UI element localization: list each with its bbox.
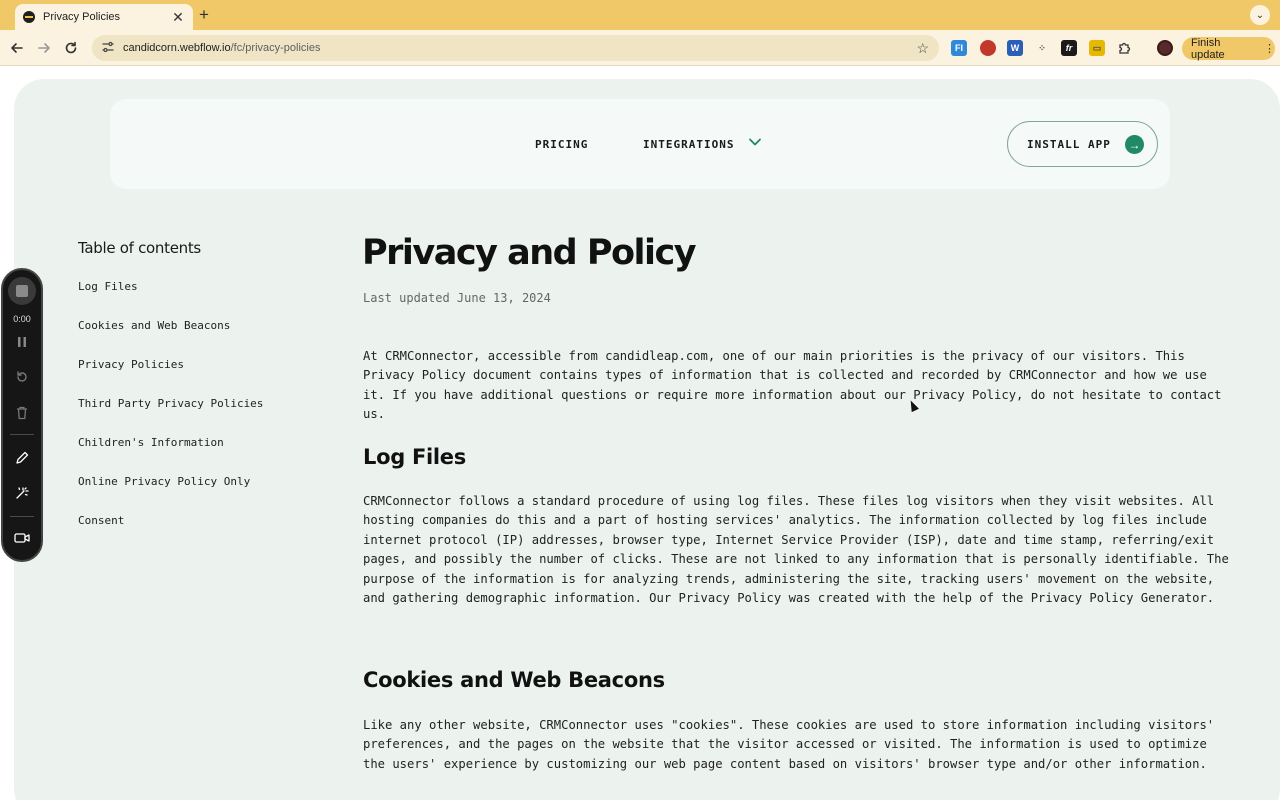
extension-red-icon[interactable]: [980, 40, 996, 56]
toc-item-third-party[interactable]: Third Party Privacy Policies: [78, 397, 263, 410]
chevron-down-icon[interactable]: [748, 136, 762, 148]
close-icon[interactable]: ✕: [171, 10, 185, 24]
toc-title: Table of contents: [78, 239, 201, 257]
toc-item-cookies[interactable]: Cookies and Web Beacons: [78, 319, 230, 332]
address-bar[interactable]: candidcorn.webflow.io/fc/privacy-policie…: [92, 35, 939, 61]
toc-item-childrens-info[interactable]: Children's Information: [78, 436, 224, 449]
extensions-puzzle-icon[interactable]: [1116, 40, 1132, 56]
browser-tab[interactable]: Privacy Policies ✕: [15, 4, 193, 30]
install-app-label: INSTALL APP: [1027, 137, 1111, 151]
forward-icon[interactable]: [35, 39, 53, 57]
divider: [10, 516, 34, 517]
nav-integrations-link[interactable]: INTEGRATIONS: [643, 138, 734, 151]
install-app-button[interactable]: INSTALL APP →: [1007, 121, 1158, 167]
tab-strip: Privacy Policies ✕ + ⌄: [0, 0, 1280, 30]
url-host: candidcorn.webflow.io: [123, 42, 231, 54]
intro-paragraph: At CRMConnector, accessible from candidl…: [363, 349, 1222, 422]
toc-item-online-only[interactable]: Online Privacy Policy Only: [78, 475, 250, 488]
back-icon[interactable]: [8, 39, 26, 57]
site-settings-icon[interactable]: [102, 41, 114, 56]
reload-icon[interactable]: [62, 39, 80, 57]
trash-icon[interactable]: [12, 403, 32, 423]
new-tab-button[interactable]: +: [199, 6, 209, 24]
web-page: PRICING INTEGRATIONS INSTALL APP → Table…: [0, 67, 1280, 800]
last-updated: Last updated June 13, 2024: [363, 291, 551, 305]
menu-kebab-icon[interactable]: ⋮: [1264, 42, 1275, 55]
section-body-cookies: Like any other website, CRMConnector use…: [363, 718, 1215, 771]
profile-avatar[interactable]: [1157, 40, 1173, 56]
finish-update-label: Finish update: [1191, 36, 1225, 61]
extension-dots-icon[interactable]: ⁘: [1034, 40, 1050, 56]
recording-timer: 0:00: [13, 314, 31, 324]
arrow-right-icon: →: [1125, 135, 1144, 154]
tab-title: Privacy Policies: [43, 11, 121, 23]
extension-yellow-icon[interactable]: ▭: [1089, 40, 1105, 56]
bookmark-star-icon[interactable]: ☆: [916, 40, 929, 57]
section-heading-log-files: Log Files: [363, 445, 466, 469]
tab-search-button[interactable]: ⌄: [1250, 5, 1270, 25]
section-heading-cookies: Cookies and Web Beacons: [363, 668, 665, 692]
section-body-log-files: CRMConnector follows a standard procedur…: [363, 494, 1229, 606]
toc-item-privacy-policies[interactable]: Privacy Policies: [78, 358, 184, 371]
pause-icon[interactable]: [12, 332, 32, 352]
extension-fr-icon[interactable]: fr: [1061, 40, 1077, 56]
page-title: Privacy and Policy: [362, 233, 697, 273]
effects-wand-icon[interactable]: [12, 483, 32, 503]
restart-icon[interactable]: [12, 367, 32, 387]
toc-item-consent[interactable]: Consent: [78, 514, 124, 527]
extension-word-icon[interactable]: W: [1007, 40, 1023, 56]
url-path: /fc/privacy-policies: [230, 42, 321, 54]
stop-recording-button[interactable]: [8, 277, 36, 305]
browser-toolbar: candidcorn.webflow.io/fc/privacy-policie…: [0, 30, 1280, 66]
toc-item-log-files[interactable]: Log Files: [78, 280, 138, 293]
recorder-panel: 0:00: [1, 268, 43, 562]
divider: [10, 434, 34, 435]
camera-icon[interactable]: [12, 528, 32, 548]
pen-icon[interactable]: [12, 448, 32, 468]
finish-update-button[interactable]: Finish update ⋮: [1182, 36, 1275, 61]
extension-fi-icon[interactable]: FI: [951, 40, 967, 56]
site-favicon-icon: [23, 11, 35, 23]
nav-pricing-link[interactable]: PRICING: [535, 138, 588, 151]
